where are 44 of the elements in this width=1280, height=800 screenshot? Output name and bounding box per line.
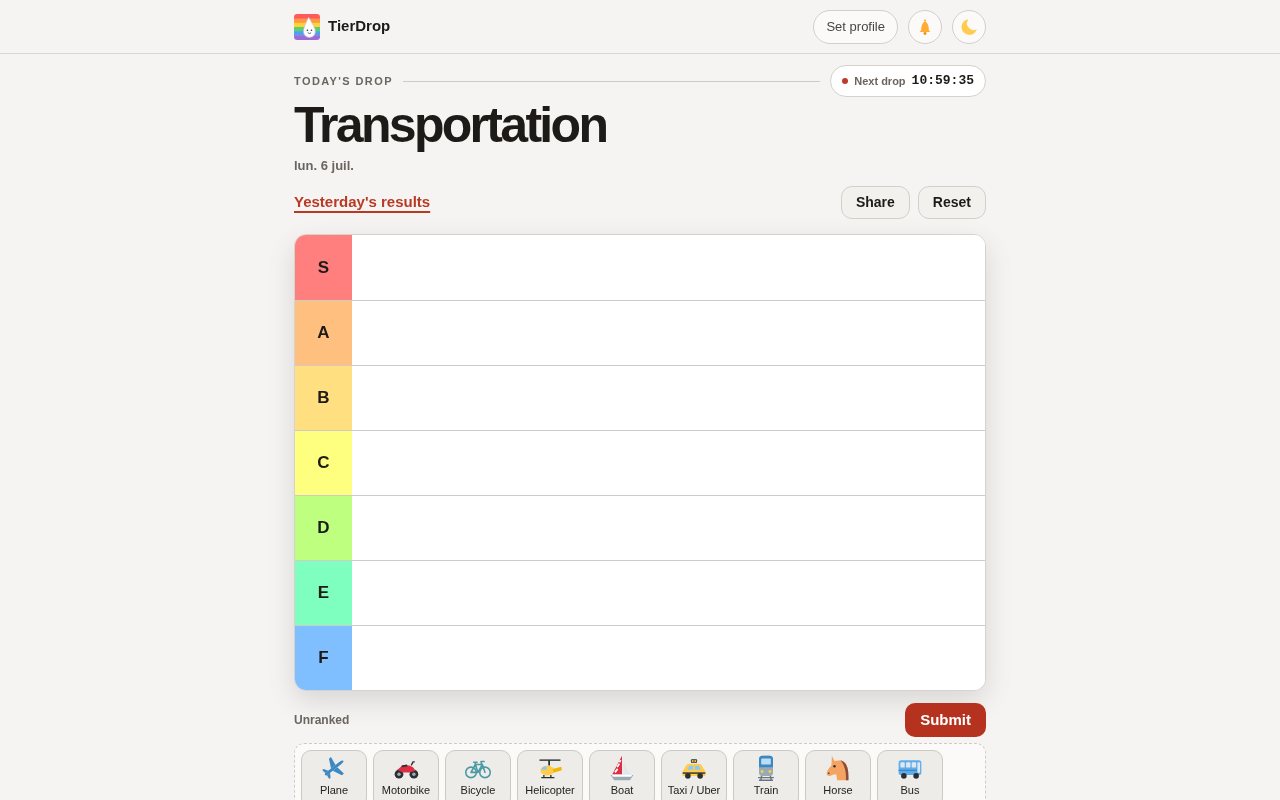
- notifications-button[interactable]: [908, 9, 942, 44]
- theme-toggle-button[interactable]: [952, 9, 986, 44]
- item-name: Motorbike: [381, 784, 431, 797]
- reset-button[interactable]: Reset: [917, 186, 986, 219]
- item-name: Horse: [823, 784, 853, 797]
- sailboat-icon: [608, 754, 636, 782]
- item-name: Train: [753, 784, 779, 797]
- draggable-item[interactable]: Train: [733, 750, 799, 800]
- item-name: Boat: [610, 784, 634, 797]
- section-label: TODAY'S DROP: [294, 73, 393, 89]
- draggable-item[interactable]: Taxi / Uber: [661, 750, 727, 800]
- countdown-timer: 10:59:35: [911, 72, 974, 91]
- brand-name: TierDrop: [328, 16, 391, 37]
- results-link[interactable]: Yesterday's results: [294, 191, 431, 214]
- tier-label: B: [295, 366, 352, 430]
- tier-label: D: [295, 496, 352, 560]
- draggable-item[interactable]: Bicycle: [445, 750, 511, 800]
- tier-label: E: [295, 561, 352, 625]
- submit-button[interactable]: Submit: [905, 703, 986, 737]
- unranked-label: Unranked: [294, 712, 350, 729]
- draggable-item[interactable]: Boat: [589, 750, 655, 800]
- tier-label: F: [295, 626, 352, 690]
- tier-label: S: [295, 235, 352, 300]
- draggable-item[interactable]: Bus: [877, 750, 943, 800]
- status-dot-icon: [842, 78, 849, 84]
- horse-head-icon: [824, 754, 852, 782]
- item-name: Bus: [900, 784, 920, 797]
- tier-label: A: [295, 301, 352, 365]
- countdown-label: Next drop: [854, 73, 906, 89]
- item-name: Taxi / Uber: [667, 784, 721, 797]
- draggable-item[interactable]: Plane: [301, 750, 367, 800]
- moon-icon: [960, 17, 978, 36]
- date-label: lun. 6 juil.: [294, 158, 355, 174]
- item-name: Bicycle: [460, 784, 496, 797]
- draggable-item[interactable]: Horse: [805, 750, 871, 800]
- page-title: Transportation: [294, 100, 608, 150]
- share-button[interactable]: Share: [840, 186, 910, 219]
- tier-label: C: [295, 431, 352, 495]
- item-name: Helicopter: [525, 784, 575, 797]
- draggable-item[interactable]: Helicopter: [517, 750, 583, 800]
- draggable-item[interactable]: Motorbike: [373, 750, 439, 800]
- droplet-logo-icon: [294, 13, 320, 40]
- item-name: Plane: [319, 784, 349, 797]
- set-profile-button[interactable]: Set profile: [813, 9, 898, 44]
